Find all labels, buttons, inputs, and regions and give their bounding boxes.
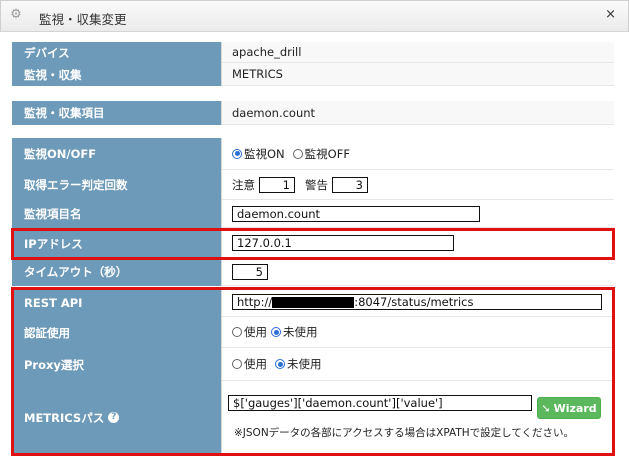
- metrics-path-input[interactable]: [228, 394, 532, 411]
- device-value: apache_drill: [222, 42, 614, 63]
- rest-api-value: http:// :8047/status/metrics: [222, 288, 614, 317]
- wizard-button[interactable]: ➘ Wizard: [537, 397, 601, 419]
- auth-row: 認証使用 使用 未使用: [12, 317, 614, 348]
- monitor-off-label: 監視OFF: [304, 146, 350, 161]
- error-count-value: 注意 警告: [222, 170, 614, 200]
- metrics-path-row: METRICSパス ? ※JSONデータの各部にアクセスする場合はXPATHで設…: [12, 381, 614, 454]
- rest-api-suffix: :8047/status/metrics: [354, 295, 474, 309]
- metrics-path-label: METRICSパス: [24, 410, 105, 425]
- monitor-value: METRICS: [222, 63, 614, 86]
- rest-api-input[interactable]: http:// :8047/status/metrics: [232, 294, 602, 310]
- item-name-value: [222, 200, 614, 228]
- help-icon[interactable]: ?: [108, 412, 120, 423]
- auth-nouse-radio[interactable]: [271, 327, 281, 337]
- item-name-label: 監視項目名: [12, 200, 222, 228]
- monitor-row: 監視・収集 METRICS: [12, 63, 614, 86]
- timeout-input[interactable]: [232, 263, 268, 280]
- rest-api-prefix: http://: [237, 295, 273, 309]
- monitor-on-label: 監視ON: [244, 146, 285, 161]
- ip-label: IPアドレス: [12, 229, 222, 258]
- item-name-input[interactable]: [232, 205, 480, 222]
- item-row: 監視・収集項目 daemon.count: [12, 101, 614, 125]
- rest-api-label: REST API: [12, 288, 222, 317]
- onoff-label: 監視ON/OFF: [12, 138, 222, 170]
- proxy-nouse-label: 未使用: [287, 357, 322, 371]
- metrics-path-note: ※JSONデータの各部にアクセスする場合はXPATHで設定してください。: [234, 426, 575, 439]
- auth-use-label: 使用: [244, 325, 267, 339]
- ip-row: IPアドレス: [12, 229, 614, 258]
- proxy-value: 使用 未使用: [222, 348, 614, 381]
- rest-api-row: REST API http:// :8047/status/metrics: [12, 288, 614, 317]
- warn-label: 注意: [232, 177, 255, 192]
- item-label: 監視・収集項目: [12, 101, 222, 125]
- timeout-label: タイムアウト（秒）: [12, 258, 222, 286]
- dialog-title: 監視・収集変更: [39, 12, 127, 27]
- ip-input[interactable]: [232, 235, 454, 251]
- proxy-use-radio[interactable]: [232, 359, 242, 369]
- metrics-path-label-cell: METRICSパス ?: [12, 381, 222, 454]
- auth-use-radio[interactable]: [232, 327, 242, 337]
- wizard-label: Wizard: [553, 401, 597, 415]
- timeout-row: タイムアウト（秒）: [12, 258, 614, 286]
- onoff-value: 監視ON 監視OFF: [222, 138, 614, 170]
- monitor-label: 監視・収集: [12, 63, 222, 86]
- onoff-row: 監視ON/OFF 監視ON 監視OFF: [12, 138, 614, 170]
- close-icon[interactable]: ×: [605, 7, 616, 22]
- monitor-off-radio[interactable]: [292, 148, 303, 159]
- auth-nouse-label: 未使用: [283, 325, 318, 339]
- proxy-label: Proxy選択: [12, 348, 222, 381]
- device-row: デバイス apache_drill: [12, 42, 614, 63]
- proxy-use-label: 使用: [244, 357, 267, 371]
- warn-count-input[interactable]: [259, 176, 295, 193]
- timeout-value: [222, 258, 614, 286]
- proxy-row: Proxy選択 使用 未使用: [12, 348, 614, 381]
- error-count-label: 取得エラー判定回数: [12, 170, 222, 200]
- auth-value: 使用 未使用: [222, 317, 614, 348]
- ip-value: [222, 229, 614, 258]
- proxy-nouse-radio[interactable]: [275, 359, 285, 369]
- dialog-titlebar: ⚙ 監視・収集変更 ×: [0, 0, 629, 32]
- monitor-on-radio[interactable]: [232, 148, 242, 159]
- item-value: daemon.count: [222, 101, 614, 125]
- error-count-row: 取得エラー判定回数 注意 警告: [12, 170, 614, 200]
- crit-count-input[interactable]: [332, 176, 368, 193]
- crit-label: 警告: [305, 177, 328, 192]
- device-label: デバイス: [12, 42, 222, 63]
- wand-icon: ➘: [541, 401, 551, 415]
- redacted-host: [272, 296, 355, 308]
- gear-icon: ⚙: [10, 7, 22, 22]
- auth-label: 認証使用: [12, 317, 222, 348]
- item-name-row: 監視項目名: [12, 200, 614, 228]
